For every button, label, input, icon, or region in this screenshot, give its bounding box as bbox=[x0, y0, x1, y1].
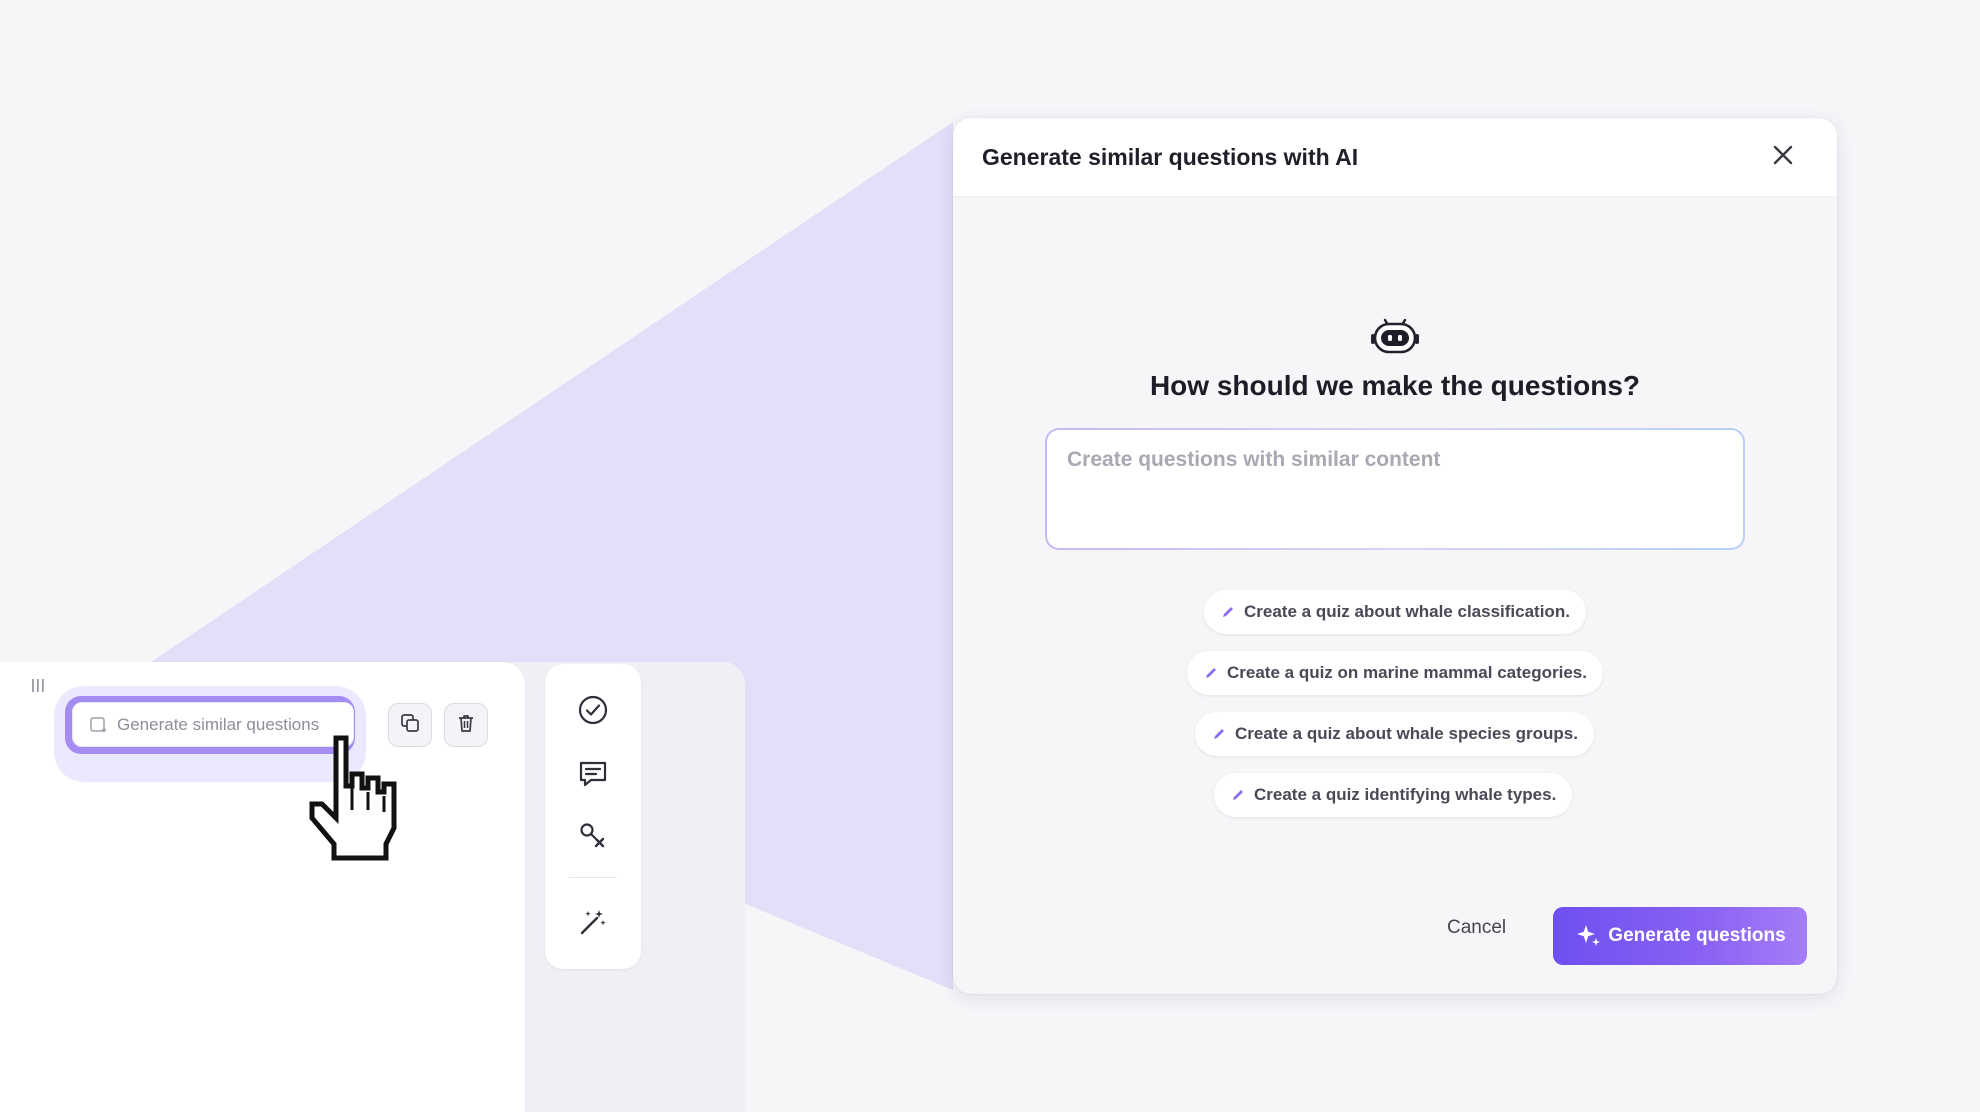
suggestion-label: Create a quiz on marine mammal categorie… bbox=[1227, 663, 1587, 682]
drag-handle-icon[interactable]: ||| bbox=[31, 676, 46, 692]
hand-pointer-icon bbox=[309, 735, 397, 861]
pencil-icon bbox=[1230, 787, 1246, 803]
suggestion-chip[interactable]: Create a quiz about whale species groups… bbox=[1195, 712, 1594, 756]
pencil-icon bbox=[1211, 726, 1227, 742]
dialog-header: Generate similar questions with AI bbox=[953, 118, 1837, 197]
suggestion-label: Create a quiz identifying whale types. bbox=[1254, 785, 1557, 804]
suggestion-label: Create a quiz about whale species groups… bbox=[1235, 724, 1578, 743]
rail-divider bbox=[569, 877, 617, 878]
dialog-heading: How should we make the questions? bbox=[1149, 370, 1641, 401]
sparkle-icon bbox=[1574, 922, 1602, 950]
trash-icon bbox=[455, 712, 477, 739]
suggestion-label: Create a quiz about whale classification… bbox=[1244, 602, 1570, 621]
cancel-button[interactable]: Cancel bbox=[1447, 908, 1506, 948]
delete-button[interactable] bbox=[444, 703, 488, 747]
pencil-icon bbox=[1220, 604, 1236, 620]
prompt-input[interactable] bbox=[1047, 430, 1743, 548]
pencil-icon bbox=[1203, 665, 1219, 681]
suggestion-chip[interactable]: Create a quiz on marine mammal categorie… bbox=[1187, 651, 1603, 695]
generate-questions-label: Generate questions bbox=[1608, 925, 1786, 946]
dialog-title: Generate similar questions with AI bbox=[982, 144, 1359, 170]
close-icon bbox=[1771, 143, 1795, 172]
magic-wand-icon[interactable] bbox=[569, 898, 617, 946]
generate-questions-button[interactable]: Generate questions bbox=[1553, 907, 1807, 965]
suggestion-chip[interactable]: Create a quiz about whale classification… bbox=[1204, 590, 1586, 634]
ai-copy-icon bbox=[89, 715, 109, 735]
screen: ||| Generate similar questions Generate … bbox=[0, 0, 1980, 1112]
check-circle-icon[interactable] bbox=[569, 686, 617, 734]
ai-dialog: Generate similar questions with AI How s… bbox=[953, 118, 1837, 994]
close-button[interactable] bbox=[1766, 140, 1800, 174]
key-icon[interactable] bbox=[569, 812, 617, 860]
comment-icon[interactable] bbox=[569, 750, 617, 798]
suggestion-chip[interactable]: Create a quiz identifying whale types. bbox=[1214, 773, 1573, 817]
robot-icon bbox=[1371, 318, 1419, 354]
prompt-field-border bbox=[1045, 428, 1745, 550]
generate-similar-label: Generate similar questions bbox=[117, 714, 320, 734]
